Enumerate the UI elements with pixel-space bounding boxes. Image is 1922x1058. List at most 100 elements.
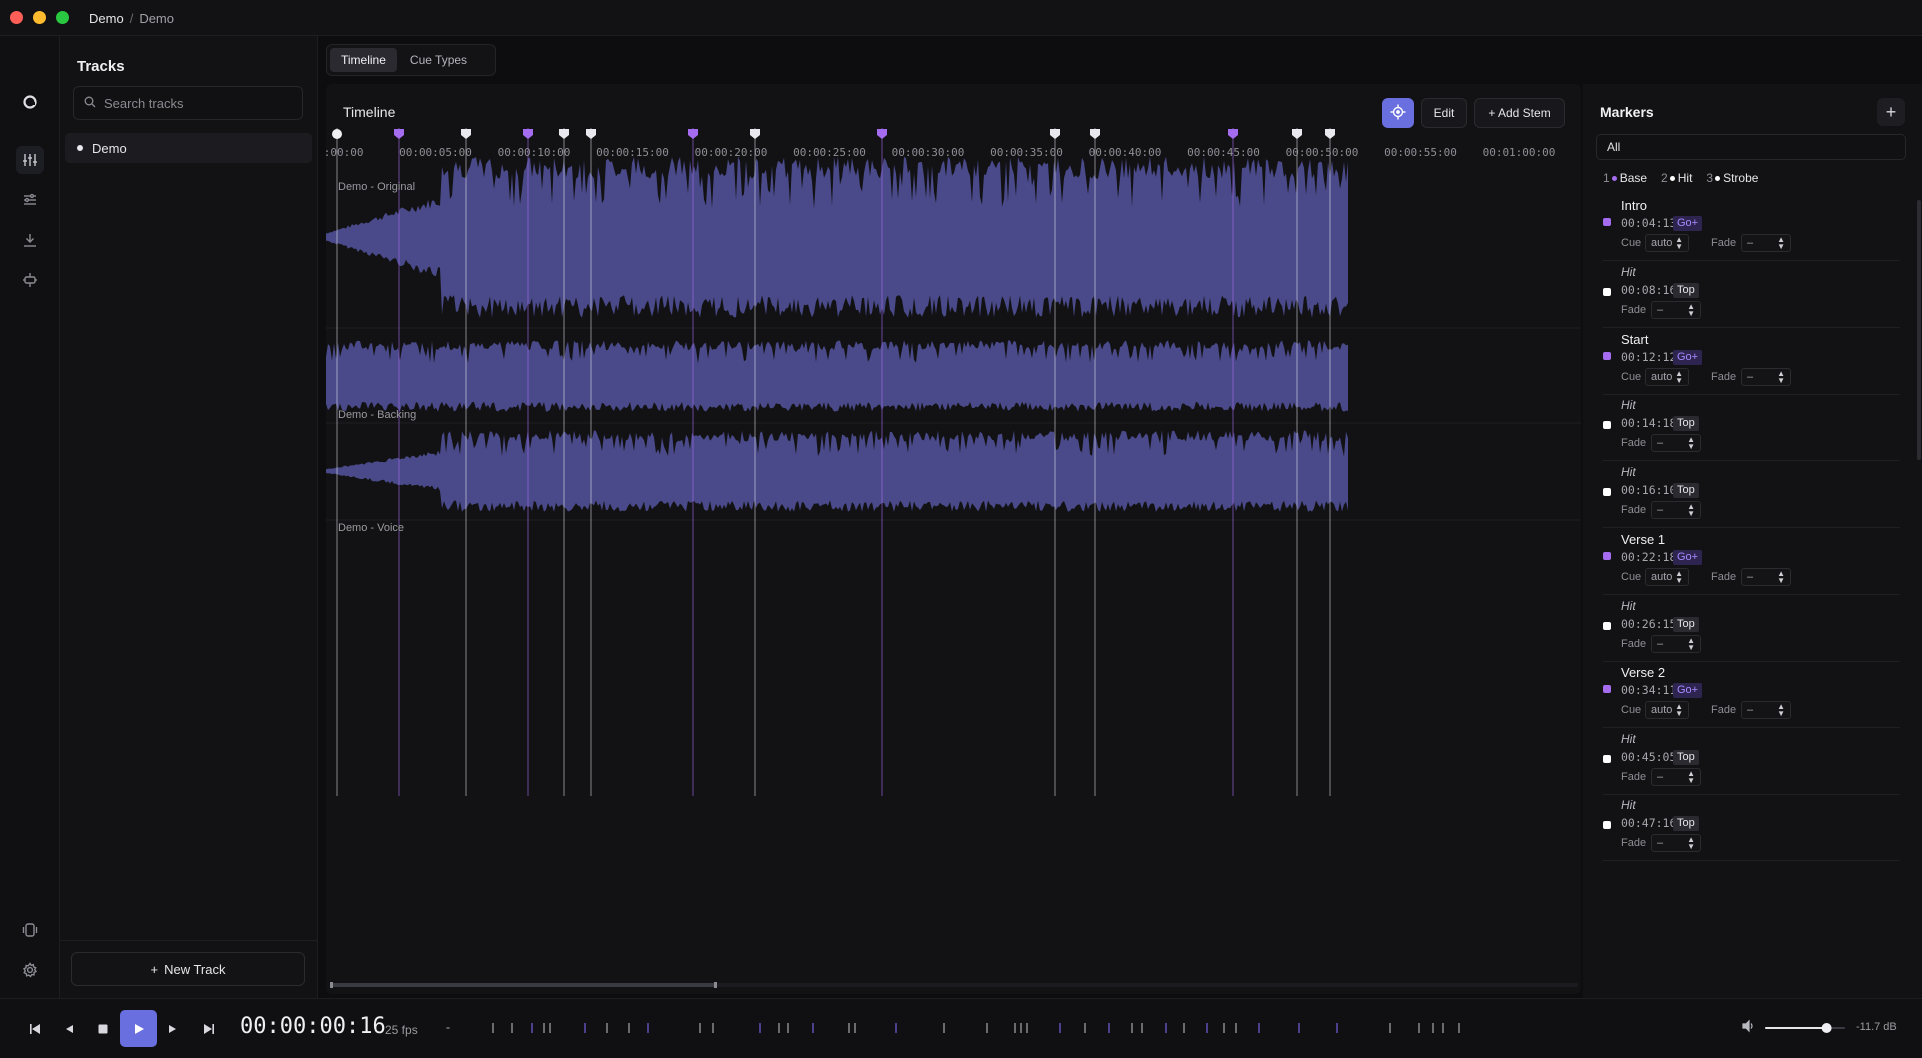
- cue-type-legend: 1 Base 2 Hit 3 Strobe: [1603, 171, 1758, 185]
- fade-stepper[interactable]: – ▲ ▼: [1651, 301, 1701, 319]
- marker-badge[interactable]: Go+: [1673, 350, 1703, 365]
- marker-list-item[interactable]: Verse 2 00:34:11 Go+ Cue auto ▲ ▼ Fade – ▲ ▼: [1603, 661, 1900, 728]
- cue-flag-icon: [394, 129, 404, 139]
- cue-stepper[interactable]: auto ▲ ▼: [1645, 568, 1689, 586]
- fade-stepper[interactable]: – ▲ ▼: [1651, 434, 1701, 452]
- zoom-window-button[interactable]: [56, 11, 69, 24]
- tab-cue-types[interactable]: Cue Types: [399, 48, 478, 72]
- add-marker-button[interactable]: +: [1877, 98, 1905, 126]
- step-back-button[interactable]: [56, 1014, 82, 1044]
- search-input[interactable]: [104, 95, 294, 111]
- marker-list-item[interactable]: Intro 00:04:13 Go+ Cue auto ▲ ▼ Fade – ▲ ▼: [1603, 194, 1900, 261]
- fade-stepper[interactable]: – ▲ ▼: [1651, 834, 1701, 852]
- track-item-demo[interactable]: Demo: [65, 133, 312, 163]
- marker-badge[interactable]: Top: [1673, 283, 1699, 298]
- marker-list-item[interactable]: Hit 00:47:16 Top Fade – ▲ ▼: [1603, 794, 1900, 861]
- fade-value: –: [1657, 837, 1664, 849]
- new-track-button[interactable]: + New Track: [71, 952, 305, 986]
- marker-time[interactable]: 00:26:15: [1621, 617, 1676, 631]
- marker-name[interactable]: Verse 2: [1621, 665, 1665, 680]
- legend-item-strobe[interactable]: 3 Strobe: [1706, 171, 1758, 185]
- fade-stepper[interactable]: – ▲ ▼: [1651, 768, 1701, 786]
- fade-stepper[interactable]: – ▲ ▼: [1741, 568, 1791, 586]
- marker-time[interactable]: 00:22:18: [1621, 550, 1676, 564]
- fade-stepper[interactable]: – ▲ ▼: [1651, 635, 1701, 653]
- vertical-scrollbar[interactable]: [1917, 200, 1921, 460]
- marker-badge[interactable]: Top: [1673, 816, 1699, 831]
- fade-value: –: [1657, 771, 1664, 783]
- fade-stepper[interactable]: – ▲ ▼: [1741, 701, 1791, 719]
- gear-icon[interactable]: [16, 956, 44, 984]
- marker-list-item[interactable]: Start 00:12:12 Go+ Cue auto ▲ ▼ Fade – ▲ ▼: [1603, 328, 1900, 395]
- marker-badge[interactable]: Top: [1673, 416, 1699, 431]
- fade-stepper[interactable]: – ▲ ▼: [1651, 501, 1701, 519]
- volume-icon[interactable]: [1741, 1019, 1755, 1036]
- fade-stepper[interactable]: – ▲ ▼: [1741, 234, 1791, 252]
- fade-label: Fade: [1711, 237, 1737, 249]
- marker-name[interactable]: Verse 1: [1621, 532, 1665, 547]
- skip-forward-button[interactable]: [196, 1014, 222, 1044]
- marker-list-item[interactable]: Hit 00:45:05 Top Fade – ▲ ▼: [1603, 728, 1900, 795]
- marker-badge[interactable]: Go+: [1673, 216, 1703, 231]
- list-settings-icon[interactable]: [16, 186, 44, 214]
- stop-button[interactable]: [90, 1014, 116, 1044]
- legend-label: Strobe: [1723, 171, 1759, 185]
- marker-list-item[interactable]: Verse 1 00:22:18 Go+ Cue auto ▲ ▼ Fade – ▲ ▼: [1603, 528, 1900, 595]
- marker-time[interactable]: 00:47:16: [1621, 816, 1676, 830]
- device-icon[interactable]: [16, 916, 44, 944]
- marker-time[interactable]: 00:16:10: [1621, 483, 1676, 497]
- marker-name[interactable]: Hit: [1621, 798, 1636, 812]
- volume-slider[interactable]: [1765, 1020, 1845, 1036]
- cue-stepper[interactable]: auto ▲ ▼: [1645, 234, 1689, 252]
- marker-badge[interactable]: Go+: [1673, 683, 1703, 698]
- marker-time[interactable]: 00:45:05: [1621, 750, 1676, 764]
- fade-stepper[interactable]: – ▲ ▼: [1741, 368, 1791, 386]
- download-icon[interactable]: [16, 226, 44, 254]
- marker-name[interactable]: Hit: [1621, 732, 1636, 746]
- logo-icon[interactable]: [16, 88, 44, 116]
- marker-badge[interactable]: Top: [1673, 750, 1699, 765]
- mixer-icon[interactable]: [16, 146, 44, 174]
- legend-num: 2: [1661, 171, 1668, 185]
- marker-badge[interactable]: Go+: [1673, 550, 1703, 565]
- marker-time[interactable]: 00:34:11: [1621, 683, 1676, 697]
- marker-name[interactable]: Hit: [1621, 265, 1636, 279]
- minimize-window-button[interactable]: [33, 11, 46, 24]
- skip-back-button[interactable]: [22, 1014, 48, 1044]
- marker-time[interactable]: 00:12:12: [1621, 350, 1676, 364]
- fade-value: –: [1747, 371, 1754, 383]
- timeline-canvas[interactable]: [326, 84, 1581, 994]
- horizontal-scrollbar[interactable]: [330, 982, 1578, 988]
- marker-time[interactable]: 00:14:18: [1621, 416, 1676, 430]
- marker-badge[interactable]: Top: [1673, 617, 1699, 632]
- routing-icon[interactable]: [16, 266, 44, 294]
- marker-type-dot-icon: [1603, 218, 1611, 226]
- cue-flag-icon: [559, 129, 569, 139]
- legend-item-hit[interactable]: 2 Hit: [1661, 171, 1692, 185]
- marker-name[interactable]: Intro: [1621, 198, 1647, 213]
- marker-list-item[interactable]: Hit 00:26:15 Top Fade – ▲ ▼: [1603, 595, 1900, 662]
- marker-time[interactable]: 00:04:13: [1621, 216, 1676, 230]
- tab-timeline[interactable]: Timeline: [330, 48, 397, 72]
- marker-filter-select[interactable]: All: [1596, 134, 1906, 160]
- play-button[interactable]: [120, 1010, 157, 1047]
- cue-stepper[interactable]: auto ▲ ▼: [1645, 701, 1689, 719]
- marker-list-item[interactable]: Hit 00:14:18 Top Fade – ▲ ▼: [1603, 394, 1900, 461]
- marker-list-item[interactable]: Hit 00:16:10 Top Fade – ▲ ▼: [1603, 461, 1900, 528]
- marker-name[interactable]: Start: [1621, 332, 1648, 347]
- time-ruler[interactable]: 00:00:00 00:00:05:00 00:00:10:00 00:00:15:0…: [326, 146, 1581, 162]
- marker-time[interactable]: 00:08:16: [1621, 283, 1676, 297]
- marker-name[interactable]: Hit: [1621, 398, 1636, 412]
- legend-item-base[interactable]: 1 Base: [1603, 171, 1647, 185]
- mini-timeline[interactable]: -: [446, 1018, 1722, 1038]
- marker-name[interactable]: Hit: [1621, 465, 1636, 479]
- cue-stepper[interactable]: auto ▲ ▼: [1645, 368, 1689, 386]
- step-forward-button[interactable]: [160, 1014, 186, 1044]
- legend-num: 1: [1603, 171, 1610, 185]
- close-window-button[interactable]: [10, 11, 23, 24]
- marker-name[interactable]: Hit: [1621, 599, 1636, 613]
- marker-badge[interactable]: Top: [1673, 483, 1699, 498]
- track-search[interactable]: [73, 86, 303, 120]
- breadcrumb-project[interactable]: Demo: [89, 11, 124, 26]
- marker-list-item[interactable]: Hit 00:08:16 Top Fade – ▲ ▼: [1603, 261, 1900, 328]
